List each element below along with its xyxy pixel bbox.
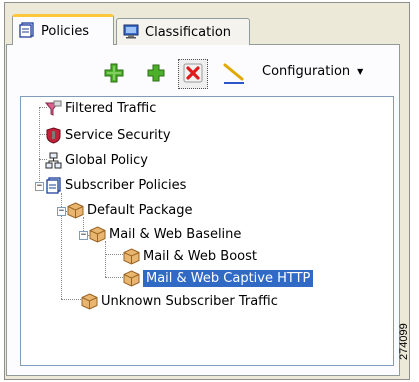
add-package-button[interactable] <box>102 62 126 86</box>
tree-node-label: Unknown Subscriber Traffic <box>101 293 278 309</box>
policies-icon <box>19 21 35 41</box>
tree-node-service-security[interactable]: Service Security <box>45 125 171 145</box>
monitor-icon <box>123 23 139 42</box>
rename-button[interactable] <box>222 62 246 86</box>
collapse-toggle[interactable]: − <box>79 231 88 240</box>
figure-id: 274099 <box>398 323 410 360</box>
configuration-label: Configuration <box>262 64 351 79</box>
collapse-toggle[interactable]: − <box>35 182 44 191</box>
add-package-icon <box>103 62 125 87</box>
tree-connector <box>105 277 123 278</box>
tree-node-mail-web-captive-http[interactable]: Mail & Web Captive HTTP <box>123 268 314 288</box>
tree-node-label: Mail & Web Baseline <box>109 226 242 242</box>
delete-button[interactable] <box>178 59 208 89</box>
tree-connector <box>61 299 81 300</box>
policies-icon <box>45 176 62 194</box>
tree-node-label: Service Security <box>65 127 171 143</box>
package-icon <box>81 292 98 310</box>
package-icon <box>123 269 140 287</box>
tree-node-label: Filtered Traffic <box>65 100 157 116</box>
tree-node-label: Default Package <box>87 202 193 218</box>
tab-classification-label: Classification <box>145 24 232 40</box>
tab-classification[interactable]: Classification <box>116 18 250 45</box>
tree-node-unknown-subscriber-traffic[interactable]: Unknown Subscriber Traffic <box>81 291 278 311</box>
tree-node-subscriber-policies[interactable]: Subscriber Policies <box>45 175 186 195</box>
tree-node-label: Mail & Web Boost <box>143 248 257 264</box>
collapse-toggle[interactable]: − <box>57 207 66 216</box>
policy-tree[interactable]: − − − Filtered Traffic Service Security <box>20 96 394 366</box>
tree-connector <box>105 254 123 255</box>
tree-node-global-policy[interactable]: Global Policy <box>45 150 148 170</box>
tree-node-filtered-traffic[interactable]: Filtered Traffic <box>44 98 157 118</box>
tab-policies-label: Policies <box>41 23 90 39</box>
tab-policies[interactable]: Policies <box>12 14 114 45</box>
chevron-down-icon: ▼ <box>357 67 364 76</box>
configuration-menu-button[interactable]: Configuration ▼ <box>262 64 363 79</box>
add-policy-button[interactable] <box>144 62 168 86</box>
tree-node-mail-web-boost[interactable]: Mail & Web Boost <box>123 246 257 266</box>
rename-icon <box>222 61 246 88</box>
tree-node-label: Mail & Web Captive HTTP <box>143 269 314 287</box>
package-icon <box>89 225 106 243</box>
delete-icon <box>183 63 203 86</box>
tree-node-default-package[interactable]: Default Package <box>67 200 193 220</box>
tree-connector <box>105 241 106 277</box>
package-icon <box>123 247 140 265</box>
network-icon <box>45 152 62 169</box>
tree-connector <box>39 107 40 187</box>
add-policy-icon <box>147 64 165 85</box>
tree-node-label: Global Policy <box>65 152 148 168</box>
tree-node-label: Subscriber Policies <box>65 177 187 193</box>
shield-icon <box>45 126 62 144</box>
tree-node-mail-web-baseline[interactable]: Mail & Web Baseline <box>89 224 241 244</box>
package-icon <box>67 201 84 219</box>
filter-icon <box>44 100 62 117</box>
